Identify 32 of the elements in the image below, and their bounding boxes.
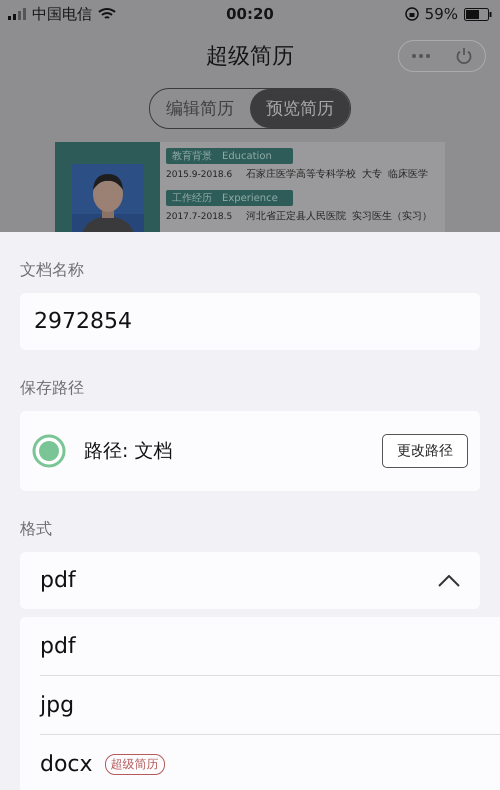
page-title: 超级简历 <box>206 43 294 71</box>
name-input-field[interactable]: 2972854 <box>20 293 480 350</box>
resume-text: 石家庄医学高等专科学校 <box>246 169 356 181</box>
path-text: 路径: 文档 <box>84 439 174 464</box>
field-label: 文档名称 <box>19 259 85 281</box>
radio-button[interactable] <box>32 434 66 468</box>
wifi-icon <box>98 7 116 21</box>
format-dropdown[interactable]: pdf <box>20 552 480 609</box>
format-option[interactable]: docx <box>40 752 93 776</box>
section-header: 工作经历 Experience <box>166 190 293 206</box>
clock-time: 00:20 <box>226 5 274 23</box>
more-icon[interactable] <box>411 53 431 59</box>
battery-percent: 59% <box>424 5 458 23</box>
section-header: 教育背景 Education <box>166 148 293 164</box>
carrier-name: 中国电信 <box>32 4 92 24</box>
format-option[interactable]: jpg <box>40 692 74 718</box>
tag: 超级简历 <box>104 754 165 774</box>
resume-text: 大专 <box>362 169 382 181</box>
tab[interactable]: 预览简历 <box>250 88 350 128</box>
field-label: 格式 <box>19 518 53 540</box>
format-option[interactable]: pdf <box>40 634 76 658</box>
field-label: 保存路径 <box>19 377 85 399</box>
resume-text: 2017.7-2018.5 <box>166 211 232 223</box>
resume-text: 2015.9-2018.6 <box>166 169 232 181</box>
change-path-button[interactable]: 更改路径 <box>382 434 468 468</box>
resume-text: 河北省正定县人民医院 <box>246 211 346 223</box>
resume-text: 临床医学 <box>388 169 428 181</box>
rotation-lock-icon <box>404 7 419 21</box>
signal-icon <box>8 8 26 20</box>
battery-icon <box>464 8 492 20</box>
power-icon[interactable] <box>455 47 473 65</box>
resume-text: 实习医生（实习） <box>352 211 432 223</box>
